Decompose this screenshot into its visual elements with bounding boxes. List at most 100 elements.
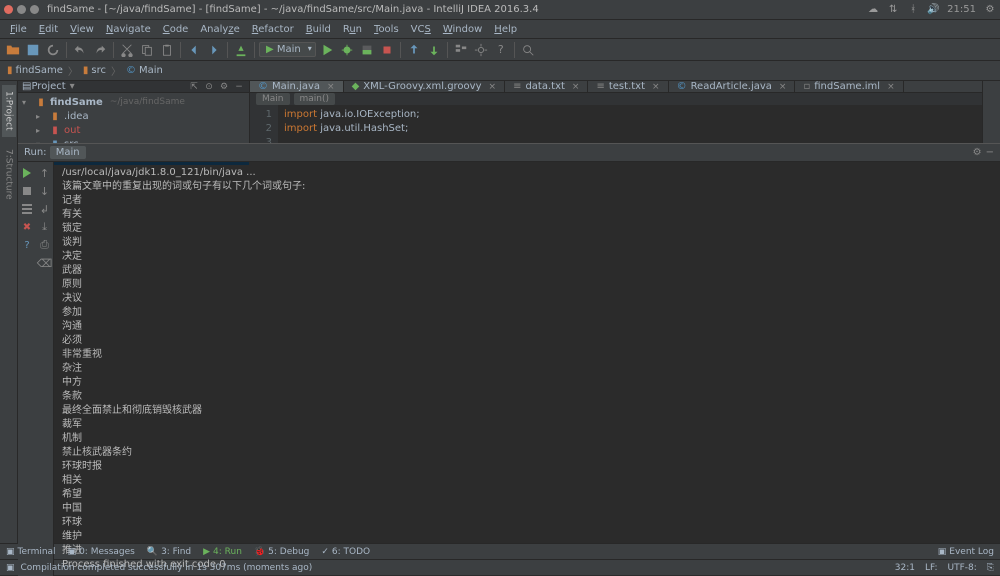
menu-refactor[interactable]: Refactor (246, 22, 300, 37)
event-log-button[interactable]: ▣ Event Log (938, 547, 994, 557)
menu-navigate[interactable]: Navigate (100, 22, 157, 37)
toolwin-find[interactable]: 🔍 3: Find (147, 547, 191, 557)
menu-window[interactable]: Window (437, 22, 488, 37)
bluetooth-icon[interactable]: ᚼ (907, 4, 919, 16)
toolwin-debug[interactable]: 🐞 5: Debug (254, 547, 309, 557)
readonly-lock-icon[interactable]: ⎘ (987, 563, 994, 573)
vcs-commit-icon[interactable] (425, 41, 443, 59)
settings-gear-icon[interactable]: ⚙ (984, 4, 996, 16)
main-toolbar: ▶ Main ? (0, 39, 1000, 61)
dump-threads-icon[interactable] (20, 202, 34, 216)
settings-icon[interactable] (472, 41, 490, 59)
tree-root[interactable]: ▾▮ findSame~/java/findSame (18, 95, 249, 109)
stop-run-icon[interactable] (20, 184, 34, 198)
print-icon[interactable]: ⎙ (38, 238, 52, 252)
toolwin-terminal[interactable]: ▣ Terminal (6, 547, 56, 557)
build-icon[interactable] (232, 41, 250, 59)
exit-icon[interactable]: ✖ (20, 220, 34, 234)
cloud-icon[interactable]: ☁ (867, 4, 879, 16)
run-config-tab[interactable]: Main (50, 146, 86, 159)
project-tool-window: ▤ Project ▾ ⇱ ⊙ ⚙ − ▾▮ findSame~/java/fi… (18, 81, 250, 143)
search-everywhere-icon[interactable] (519, 41, 537, 59)
menu-tools[interactable]: Tools (368, 22, 405, 37)
minimize-window-icon[interactable] (17, 5, 26, 14)
editor-tab-4[interactable]: ©ReadArticle.java× (669, 81, 796, 92)
status-toggle-icon[interactable]: ▣ (6, 563, 15, 573)
settings-gear-icon[interactable]: ⚙ (218, 82, 230, 92)
menu-build[interactable]: Build (300, 22, 337, 37)
line-separator[interactable]: LF: (925, 563, 938, 573)
open-file-icon[interactable] (4, 41, 22, 59)
menu-vcs[interactable]: VCS (405, 22, 437, 37)
help-icon[interactable]: ? (492, 41, 510, 59)
redo-icon[interactable] (91, 41, 109, 59)
down-stack-icon[interactable]: ↓ (38, 184, 52, 198)
maximize-window-icon[interactable] (30, 5, 39, 14)
gutter-structure-tab[interactable]: 7:Structure (2, 143, 16, 206)
close-tab-icon[interactable]: × (327, 82, 335, 92)
hide-panel-icon[interactable]: − (233, 82, 245, 92)
run-console-output[interactable]: /usr/local/java/jdk1.8.0_121/bin/java ..… (54, 162, 1000, 576)
back-icon[interactable] (185, 41, 203, 59)
network-icon[interactable]: ⇅ (887, 4, 899, 16)
editor-tab-5[interactable]: ▫findSame.iml× (795, 81, 903, 92)
stop-icon[interactable] (378, 41, 396, 59)
vcs-update-icon[interactable] (405, 41, 423, 59)
save-icon[interactable] (24, 41, 42, 59)
cursor-position[interactable]: 32:1 (895, 563, 915, 573)
toolwin-todo[interactable]: ✓ 6: TODO (321, 547, 370, 557)
close-tab-icon[interactable]: × (489, 82, 497, 92)
debug-button-icon[interactable] (338, 41, 356, 59)
close-tab-icon[interactable]: × (779, 82, 787, 92)
toolwin-run[interactable]: ▶ 4: Run (203, 547, 242, 557)
close-tab-icon[interactable]: × (887, 82, 895, 92)
menu-code[interactable]: Code (157, 22, 195, 37)
coverage-icon[interactable] (358, 41, 376, 59)
run-button-icon[interactable] (318, 41, 336, 59)
window-controls[interactable] (4, 5, 39, 14)
editor-tab-1[interactable]: ◆XML-Groovy.xml.groovy× (344, 81, 506, 92)
editor-tab-2[interactable]: ≡data.txt× (505, 81, 588, 92)
help-run-icon[interactable]: ? (20, 238, 34, 252)
gutter-project-tab[interactable]: 1:Project (2, 85, 16, 137)
nav-file[interactable]: ©Main (123, 65, 166, 76)
close-window-icon[interactable] (4, 5, 13, 14)
menu-run[interactable]: Run (337, 22, 368, 37)
menu-analyze[interactable]: Analyze (194, 22, 245, 37)
run-config-selector[interactable]: ▶ Main (259, 42, 316, 57)
cut-icon[interactable] (118, 41, 136, 59)
toolwin-messages[interactable]: ▣ 0: Messages (68, 547, 135, 557)
editor-tab-3[interactable]: ≡test.txt× (588, 81, 668, 92)
volume-icon[interactable]: 🔊 (927, 4, 939, 16)
menu-view[interactable]: View (64, 22, 100, 37)
nav-project[interactable]: ▮findSame (4, 65, 66, 76)
scroll-end-icon[interactable]: ⤓ (38, 220, 52, 234)
up-stack-icon[interactable]: ↑ (38, 166, 52, 180)
copy-icon[interactable] (138, 41, 156, 59)
menu-help[interactable]: Help (488, 22, 523, 37)
menu-file[interactable]: File (4, 22, 33, 37)
close-tab-icon[interactable]: × (652, 82, 660, 92)
rerun-icon[interactable] (20, 166, 34, 180)
paste-icon[interactable] (158, 41, 176, 59)
tree-out[interactable]: ▸▮out (18, 123, 249, 137)
sync-icon[interactable] (44, 41, 62, 59)
run-hide-icon[interactable]: − (986, 147, 994, 158)
file-encoding[interactable]: UTF-8: (948, 563, 977, 573)
close-tab-icon[interactable]: × (572, 82, 580, 92)
breadcrumb-class[interactable]: Main (256, 93, 290, 105)
breadcrumb-method[interactable]: main() (294, 93, 336, 105)
run-settings-icon[interactable]: ⚙ (973, 147, 982, 158)
editor-tab-0[interactable]: ©Main.java× (250, 81, 344, 92)
collapse-all-icon[interactable]: ⇱ (188, 82, 200, 92)
forward-icon[interactable] (205, 41, 223, 59)
menu-edit[interactable]: Edit (33, 22, 64, 37)
clear-icon[interactable]: ⌫ (38, 256, 52, 270)
undo-icon[interactable] (71, 41, 89, 59)
nav-src[interactable]: ▮src (80, 65, 109, 76)
tree-idea[interactable]: ▸▮.idea (18, 109, 249, 123)
structure-icon[interactable] (452, 41, 470, 59)
locate-icon[interactable]: ⊙ (203, 82, 215, 92)
clock[interactable]: 21:51 (947, 4, 976, 15)
soft-wrap-icon[interactable]: ↲ (38, 202, 52, 216)
